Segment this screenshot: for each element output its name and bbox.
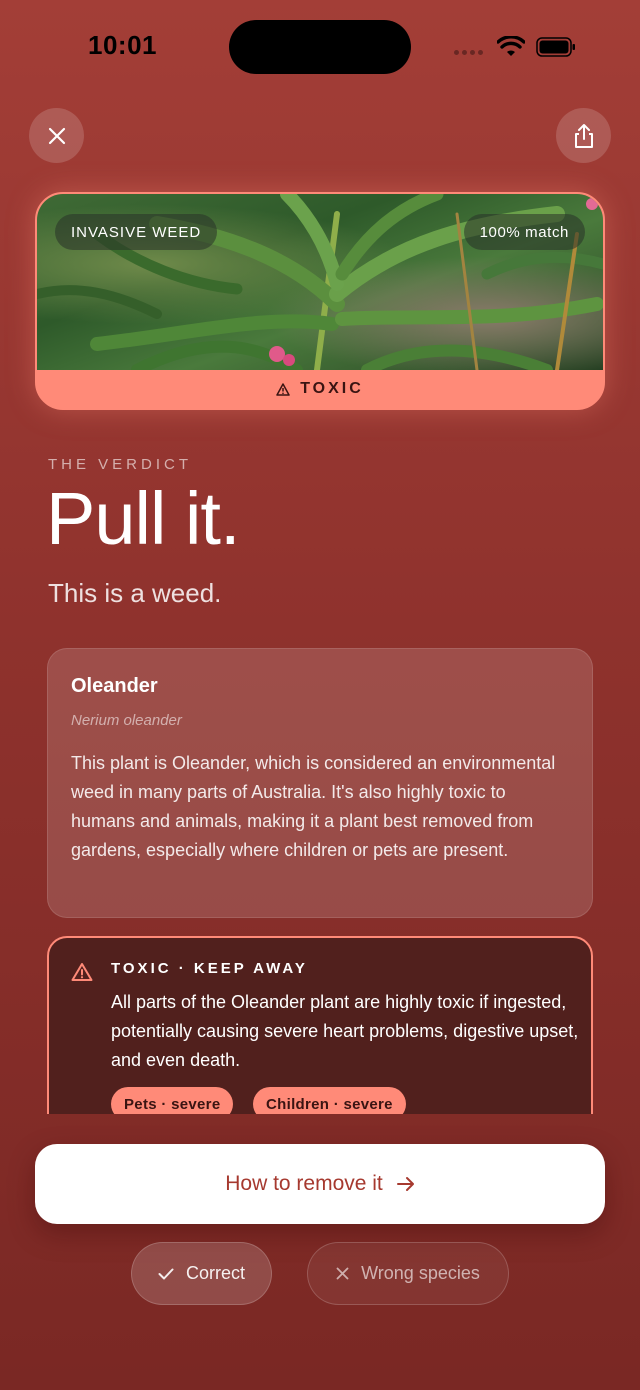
how-to-remove-button[interactable]: How to remove it <box>35 1144 605 1224</box>
plant-name: Oleander <box>71 675 158 697</box>
verdict-title: Pull it. <box>46 477 241 560</box>
wrong-species-button[interactable]: Wrong species <box>307 1242 509 1305</box>
status-bar: 10:01 <box>0 0 640 94</box>
plant-description: This plant is Oleander, which is conside… <box>71 753 556 860</box>
status-time: 10:01 <box>88 30 157 60</box>
severity-tag-pets: Pets · severe <box>111 1087 234 1114</box>
warning-title: TOXIC · KEEP AWAY <box>111 960 308 977</box>
toxic-banner: TOXIC <box>37 370 603 408</box>
invasive-weed-badge: INVASIVE WEED <box>55 214 218 250</box>
dynamic-island <box>229 20 411 74</box>
wifi-icon <box>497 36 525 56</box>
battery-icon <box>536 37 575 57</box>
close-button[interactable] <box>29 108 84 163</box>
close-icon <box>48 127 65 144</box>
toxic-warning-card: TOXIC · KEEP AWAY All parts of the Olean… <box>47 936 593 1114</box>
verdict-label: THE VERDICT <box>48 456 193 473</box>
correct-feedback-button[interactable]: Correct <box>131 1242 272 1305</box>
toxic-label: TOXIC <box>300 380 364 397</box>
verdict-subtitle: This is a weed. <box>48 578 222 608</box>
arrow-right-icon <box>396 1177 414 1191</box>
warning-icon <box>276 382 290 396</box>
share-icon <box>574 123 593 148</box>
signal-icon <box>454 50 483 55</box>
x-icon <box>336 1267 349 1280</box>
plant-info-card: Oleander Nerium oleander This plant is O… <box>47 648 593 918</box>
warning-icon <box>71 963 93 981</box>
severity-tag-children: Children · severe <box>253 1087 406 1114</box>
checkmark-icon <box>158 1268 174 1279</box>
wrong-species-label: Wrong species <box>361 1263 480 1283</box>
plant-photo-card: INVASIVE WEED 100% match TOXIC <box>35 192 605 410</box>
plant-scientific-name: Nerium oleander <box>71 712 182 729</box>
toxic-warning-scroll-area[interactable]: TOXIC · KEEP AWAY All parts of the Olean… <box>47 936 593 1114</box>
how-to-remove-label: How to remove it <box>225 1172 383 1195</box>
match-confidence-badge: 100% match <box>463 214 585 250</box>
warning-text: All parts of the Oleander plant are high… <box>111 992 579 1070</box>
correct-label: Correct <box>185 1263 245 1283</box>
share-button[interactable] <box>556 108 611 163</box>
